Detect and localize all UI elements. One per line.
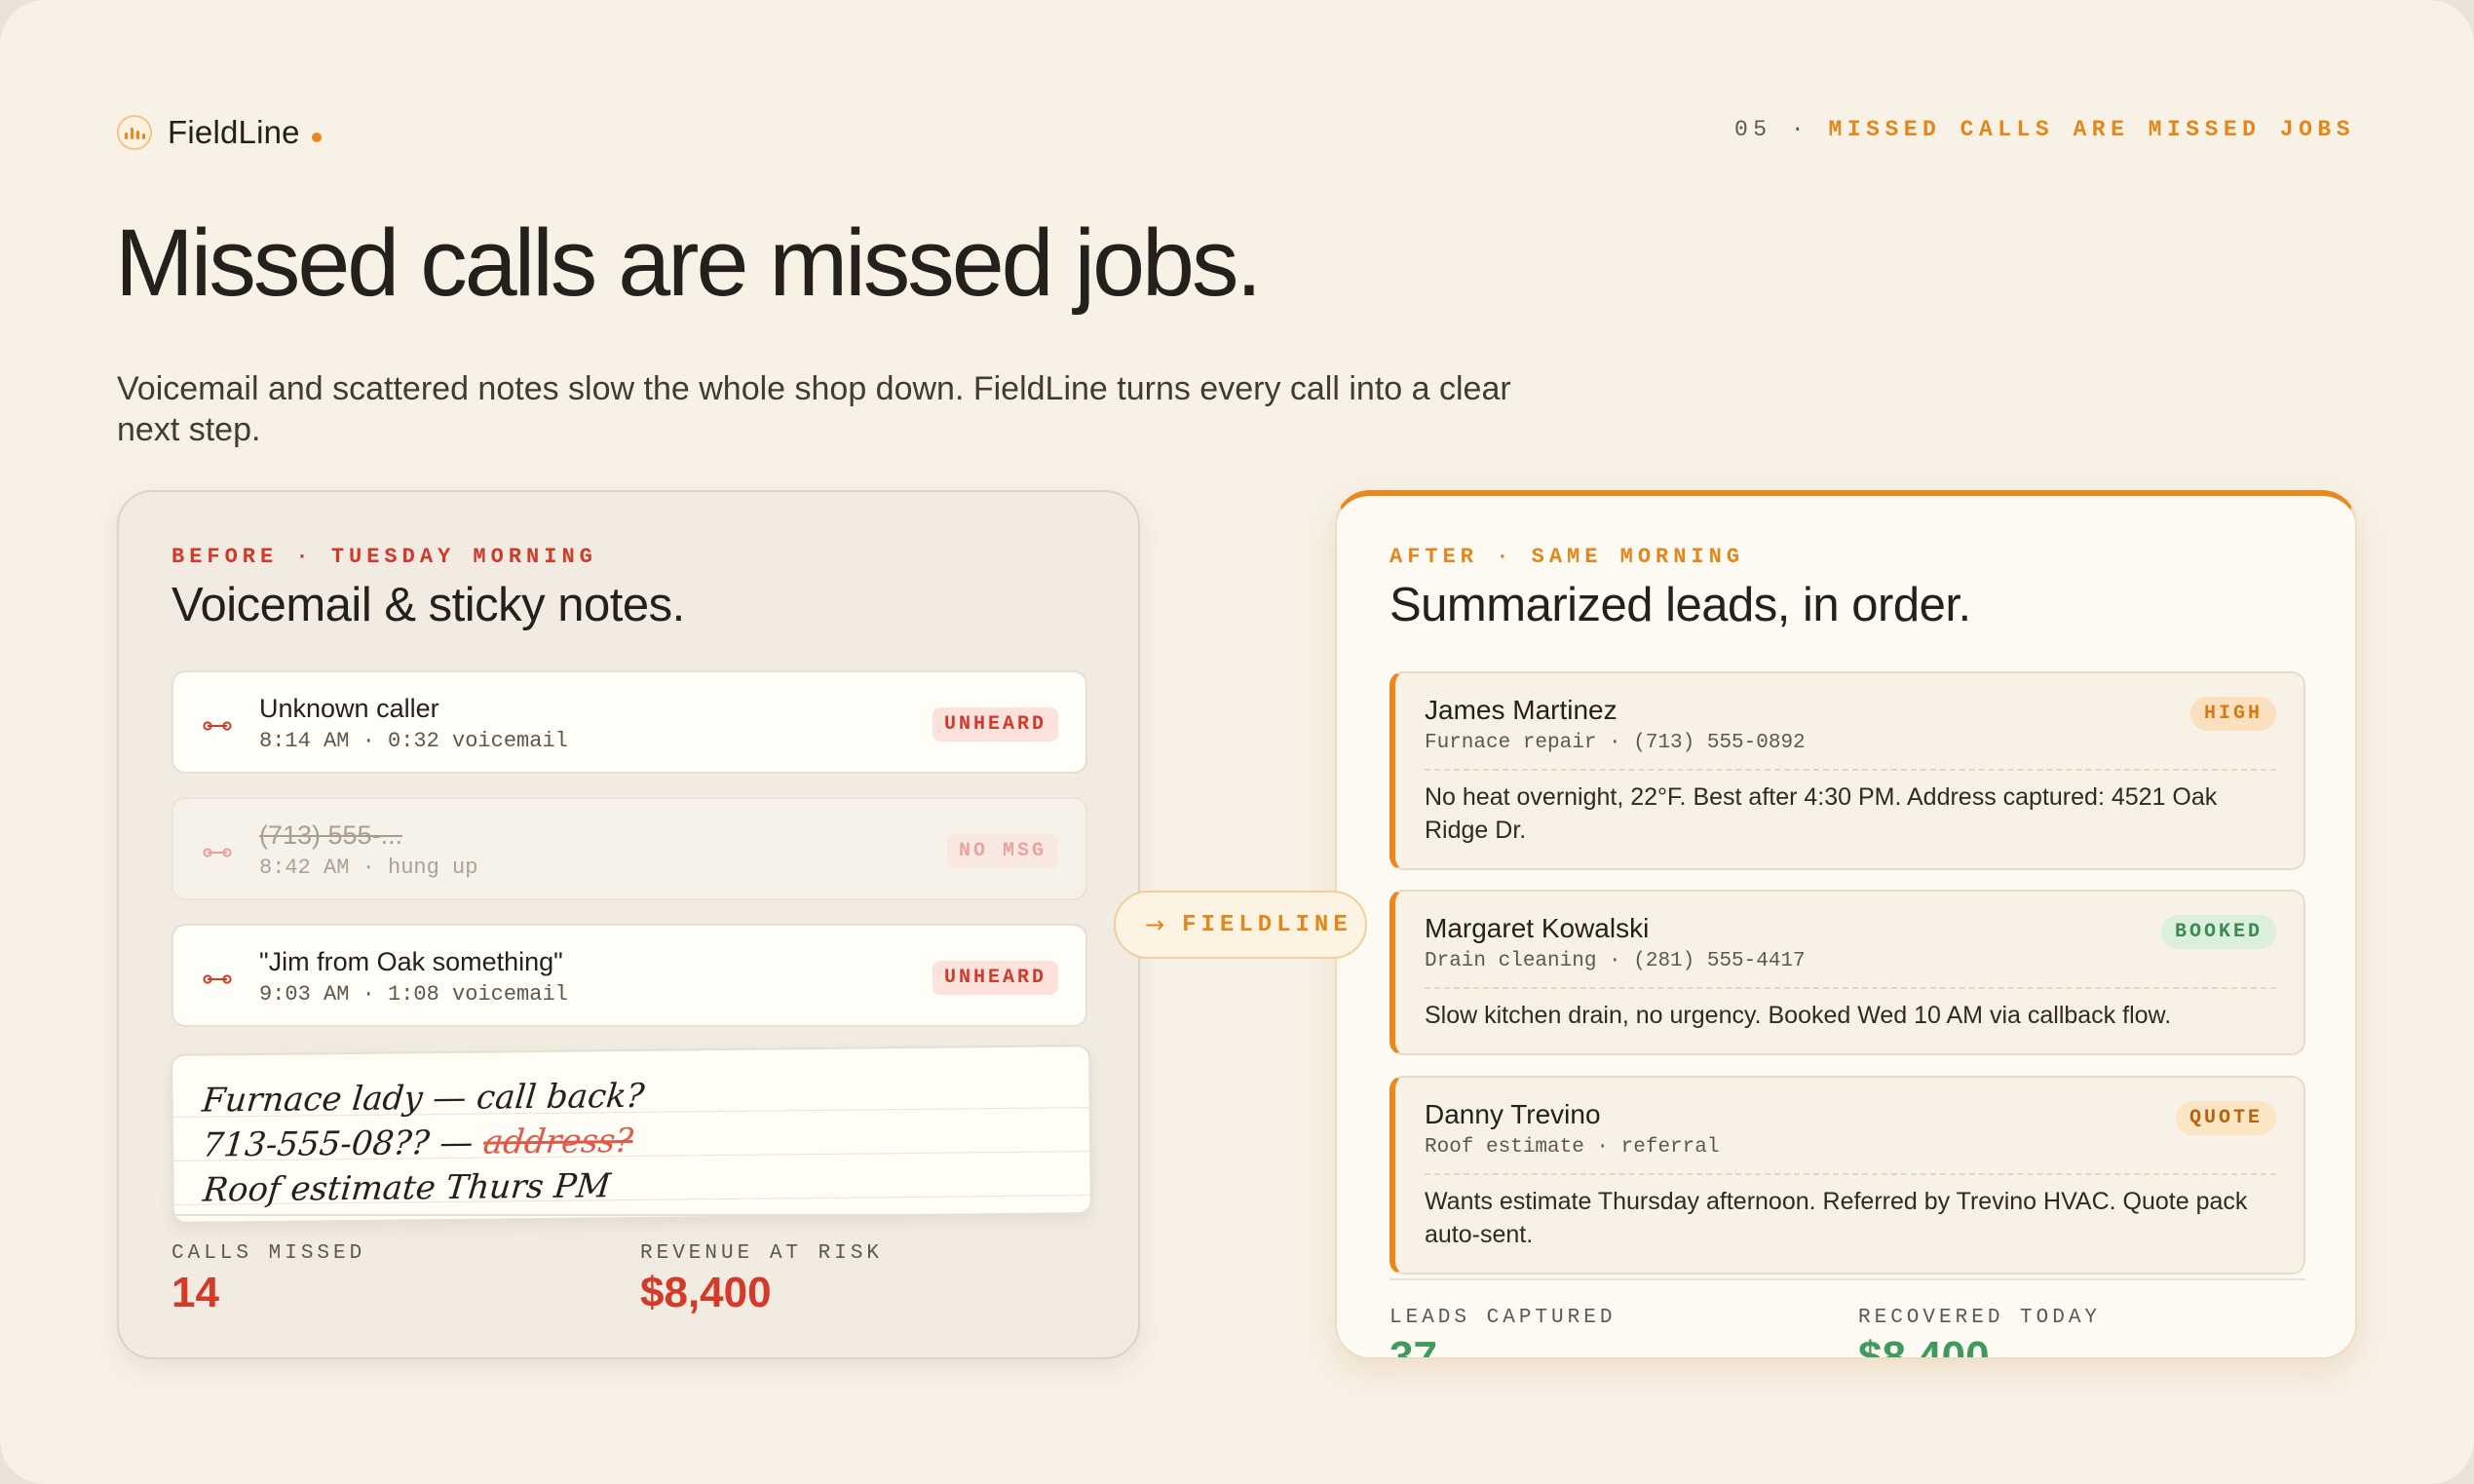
- lead-divider: [1425, 1173, 2276, 1175]
- lead-summary: Wants estimate Thursday afternoon. Refer…: [1425, 1188, 2248, 1248]
- struck-text: address?: [481, 1121, 635, 1162]
- call-meta: 8:42 AM · hung up: [259, 856, 478, 880]
- lead-name: Danny Trevino: [1425, 1099, 1601, 1129]
- status-badge: UNHEARD: [932, 961, 1058, 995]
- call-meta: 8:14 AM · 0:32 voicemail: [259, 729, 568, 753]
- page-subtitle: Voicemail and scattered notes slow the w…: [117, 370, 1511, 448]
- priority-badge: HIGH: [2189, 697, 2276, 731]
- lead-name: Margaret Kowalski: [1425, 913, 1650, 943]
- arrow-right-icon: →: [1145, 911, 1165, 938]
- status-badge: QUOTE: [2175, 1101, 2276, 1135]
- voicemail-icon: [203, 721, 232, 731]
- section-title: MISSED CALLS ARE MISSED JOBS: [1828, 117, 2355, 142]
- lead-divider: [1425, 769, 2276, 771]
- stat-value: $8,400: [1858, 1333, 1990, 1359]
- lead-card[interactable]: James Martinez Furnace repair · (713) 55…: [1389, 671, 2305, 870]
- status-badge: UNHEARD: [932, 707, 1058, 742]
- call-row[interactable]: Unknown caller 8:14 AM · 0:32 voicemail …: [171, 670, 1087, 774]
- after-label: AFTER · SAME MORNING: [1389, 545, 1745, 569]
- after-panel: AFTER · SAME MORNING Summarized leads, i…: [1335, 490, 2357, 1359]
- stat-recovered-today: RECOVERED TODAY $8,400: [1858, 1307, 2102, 1359]
- stat-value: 14: [171, 1269, 219, 1316]
- status-badge: NO MSG: [946, 834, 1058, 868]
- before-title: Voicemail & sticky notes.: [171, 579, 685, 631]
- stat-value: 37: [1389, 1333, 1437, 1359]
- caller-name: "Jim from Oak something": [259, 947, 563, 976]
- call-row[interactable]: (713) 555-... 8:42 AM · hung up NO MSG: [171, 797, 1087, 900]
- lead-summary: Slow kitchen drain, no urgency. Booked W…: [1425, 1002, 2172, 1029]
- lead-meta: Furnace repair · (713) 555-0892: [1425, 732, 1806, 754]
- note-line: 713-555-08?? — address?: [201, 1121, 635, 1165]
- caller-name: (713) 555-...: [259, 820, 403, 850]
- before-panel: BEFORE · TUESDAY MORNING Voicemail & sti…: [117, 490, 1140, 1359]
- call-row[interactable]: "Jim from Oak something" 9:03 AM · 1:08 …: [171, 924, 1087, 1027]
- slide: FieldLine 05 · MISSED CALLS ARE MISSED J…: [0, 0, 2474, 1484]
- stats-divider: [171, 1214, 1087, 1216]
- note-line: Roof estimate Thurs PM: [201, 1166, 613, 1210]
- stat-label: CALLS MISSED: [171, 1242, 366, 1265]
- stat-label: RECOVERED TODAY: [1858, 1307, 2102, 1329]
- section-number: 05: [1733, 117, 1772, 142]
- call-meta: 9:03 AM · 1:08 voicemail: [259, 982, 568, 1007]
- fieldline-connector: → FIELDLINE: [1114, 891, 1367, 959]
- lead-divider: [1425, 987, 2276, 989]
- lead-meta: Roof estimate · referral: [1425, 1136, 1720, 1159]
- brand-dot-icon: [311, 133, 322, 142]
- voicemail-icon: [203, 974, 232, 984]
- brand-name: FieldLine: [168, 114, 300, 150]
- brand: FieldLine: [117, 113, 322, 152]
- stat-label: LEADS CAPTURED: [1389, 1307, 1617, 1329]
- after-title: Summarized leads, in order.: [1389, 579, 1971, 631]
- note-line: Furnace lady — call back?: [200, 1076, 646, 1121]
- stat-revenue-at-risk: REVENUE AT RISK $8,400: [640, 1242, 883, 1317]
- voicemail-icon: [203, 848, 232, 857]
- lead-summary: No heat overnight, 22°F. Best after 4:30…: [1425, 783, 2218, 844]
- page-title: Missed calls are missed jobs.: [115, 209, 1262, 316]
- before-label: BEFORE · TUESDAY MORNING: [171, 545, 597, 569]
- lead-card[interactable]: Danny Trevino Roof estimate · referral Q…: [1389, 1076, 2305, 1275]
- stat-value: $8,400: [640, 1269, 772, 1316]
- lead-meta: Drain cleaning · (281) 555-4417: [1425, 950, 1806, 972]
- stat-leads-captured: LEADS CAPTURED 37: [1389, 1307, 1617, 1359]
- stat-calls-missed: CALLS MISSED 14: [171, 1242, 365, 1317]
- kicker-separator: ·: [1790, 117, 1810, 142]
- waveform-logo-icon: [117, 115, 152, 150]
- status-badge: BOOKED: [2160, 915, 2276, 949]
- stats-divider: [1389, 1278, 2305, 1280]
- section-kicker: 05 · MISSED CALLS ARE MISSED JOBS: [1734, 117, 2355, 142]
- sticky-note: Furnace lady — call back? 713-555-08?? —…: [171, 1045, 1092, 1224]
- connector-label: FIELDLINE: [1182, 911, 1352, 938]
- caller-name: Unknown caller: [259, 694, 439, 723]
- stat-label: REVENUE AT RISK: [640, 1242, 884, 1265]
- lead-name: James Martinez: [1425, 695, 1618, 725]
- lead-card[interactable]: Margaret Kowalski Drain cleaning · (281)…: [1389, 890, 2305, 1055]
